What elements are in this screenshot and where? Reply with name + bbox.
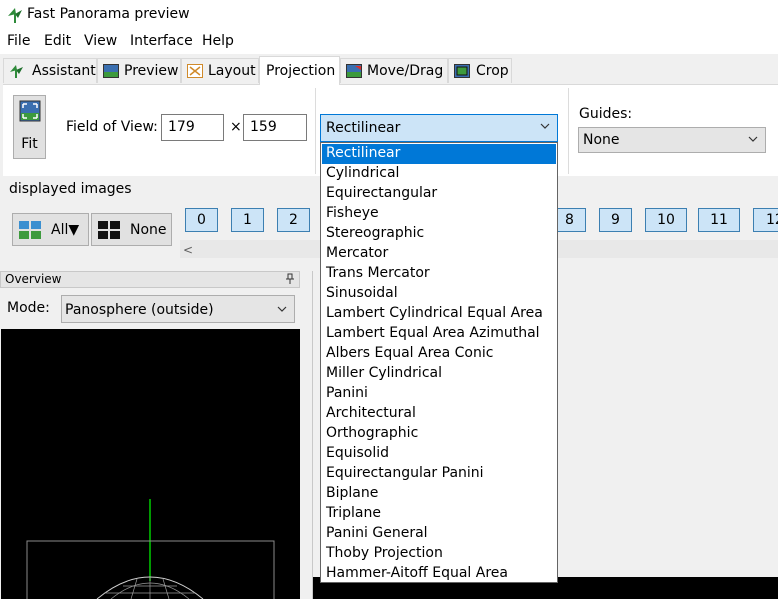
preview-icon <box>103 64 119 78</box>
projection-select[interactable]: Rectilinear <box>320 114 558 142</box>
image-toggle-11[interactable]: 11 <box>698 208 740 232</box>
option-stereographic[interactable]: Stereographic <box>322 224 556 244</box>
chevron-down-icon <box>540 123 550 129</box>
overview-title: Overview <box>5 272 62 286</box>
option-rectilinear[interactable]: Rectilinear <box>322 144 556 164</box>
scroll-left-icon[interactable]: < <box>183 243 193 257</box>
option-sinusoidal[interactable]: Sinusoidal <box>322 284 556 304</box>
menu-view[interactable]: View <box>84 33 117 49</box>
option-equirectangular-panini[interactable]: Equirectangular Panini <box>322 464 556 484</box>
window-title: Fast Panorama preview <box>27 6 190 22</box>
tab-layout[interactable]: Layout <box>181 58 259 83</box>
menu-edit[interactable]: Edit <box>44 33 71 49</box>
layout-icon <box>187 64 203 78</box>
option-mercator[interactable]: Mercator <box>322 244 556 264</box>
option-biplane[interactable]: Biplane <box>322 484 556 504</box>
tab-label: Projection <box>266 63 336 79</box>
guides-label: Guides: <box>579 106 633 122</box>
fit-icon <box>19 100 41 122</box>
show-all-button[interactable]: All▼ <box>12 213 89 246</box>
fov-vertical-input[interactable]: 159 <box>243 114 307 141</box>
fit-label: Fit <box>21 136 38 152</box>
option-lambert-cylindrical-equal-area[interactable]: Lambert Cylindrical Equal Area <box>322 304 556 324</box>
mode-select-value: Panosphere (outside) <box>65 302 214 318</box>
option-albers-equal-area-conic[interactable]: Albers Equal Area Conic <box>322 344 556 364</box>
option-triplane[interactable]: Triplane <box>322 504 556 524</box>
overview-canvas[interactable] <box>1 329 300 599</box>
tab-label: Move/Drag <box>367 63 444 79</box>
show-none-button[interactable]: None <box>91 213 172 246</box>
option-panini[interactable]: Panini <box>322 384 556 404</box>
guides-select-value: None <box>583 132 620 148</box>
times-symbol: × <box>230 119 242 135</box>
menu-help[interactable]: Help <box>202 33 234 49</box>
tab-label: Preview <box>124 63 179 79</box>
chevron-down-icon <box>277 306 287 312</box>
option-miller-cylindrical[interactable]: Miller Cylindrical <box>322 364 556 384</box>
fov-label: Field of View: <box>66 119 158 135</box>
option-orthographic[interactable]: Orthographic <box>322 424 556 444</box>
projection-select-value: Rectilinear <box>326 120 401 136</box>
divider <box>315 88 316 174</box>
crop-icon <box>454 64 470 78</box>
option-hammer-aitoff-equal-area[interactable]: Hammer-Aitoff Equal Area <box>322 564 556 584</box>
mode-select[interactable]: Panosphere (outside) <box>61 295 295 323</box>
option-equisolid[interactable]: Equisolid <box>322 444 556 464</box>
tab-assistant[interactable]: Assistant <box>3 58 97 83</box>
image-toggle-10[interactable]: 10 <box>645 208 687 232</box>
image-toggle-9[interactable]: 9 <box>599 208 632 232</box>
app-icon <box>8 8 22 23</box>
show-all-label: All▼ <box>51 222 80 238</box>
pin-icon[interactable] <box>285 273 295 285</box>
option-thoby-projection[interactable]: Thoby Projection <box>322 544 556 564</box>
tab-strip: Assistant Preview Layout Projection Move… <box>0 54 778 85</box>
tab-label: Layout <box>208 63 256 79</box>
image-toggle-1[interactable]: 1 <box>231 208 264 232</box>
fov-horizontal-input[interactable]: 179 <box>161 114 224 141</box>
assistant-icon <box>10 65 23 78</box>
fit-button[interactable]: Fit <box>13 95 46 159</box>
tab-move-drag[interactable]: Move/Drag <box>340 58 448 83</box>
option-cylindrical[interactable]: Cylindrical <box>322 164 556 184</box>
chevron-down-icon <box>748 136 758 142</box>
image-toggle-12[interactable]: 12 <box>753 208 778 232</box>
tab-projection[interactable]: Projection <box>259 56 340 85</box>
grid-none-icon <box>98 221 120 239</box>
grid-all-icon <box>19 221 41 239</box>
projection-dropdown-list: Rectilinear Cylindrical Equirectangular … <box>320 142 558 583</box>
image-toggle-0[interactable]: 0 <box>185 208 218 232</box>
displayed-images-label: displayed images <box>9 181 132 197</box>
tab-preview[interactable]: Preview <box>97 58 181 83</box>
option-equirectangular[interactable]: Equirectangular <box>322 184 556 204</box>
mode-label: Mode: <box>7 300 50 316</box>
move-drag-icon <box>346 64 362 78</box>
menu-interface[interactable]: Interface <box>130 33 193 49</box>
option-fisheye[interactable]: Fisheye <box>322 204 556 224</box>
option-panini-general[interactable]: Panini General <box>322 524 556 544</box>
option-architectural[interactable]: Architectural <box>322 404 556 424</box>
option-lambert-equal-area-azimuthal[interactable]: Lambert Equal Area Azimuthal <box>322 324 556 344</box>
guides-select[interactable]: None <box>578 127 766 153</box>
tab-label: Crop <box>476 63 509 79</box>
menu-file[interactable]: File <box>7 33 30 49</box>
show-none-label: None <box>130 222 167 238</box>
tab-label: Assistant <box>32 63 96 79</box>
option-trans-mercator[interactable]: Trans Mercator <box>322 264 556 284</box>
menu-bar: File Edit View Interface Help <box>0 30 778 54</box>
tab-crop[interactable]: Crop <box>448 58 512 83</box>
image-toggle-2[interactable]: 2 <box>277 208 310 232</box>
divider <box>568 88 569 174</box>
